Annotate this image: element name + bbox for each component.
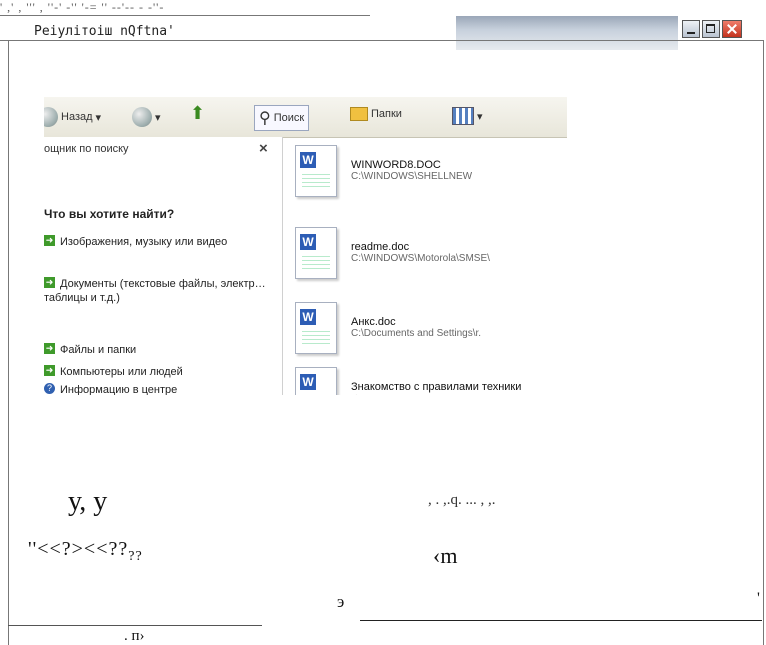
close-button[interactable] <box>722 20 742 38</box>
search-option-files[interactable]: ➜ Файлы и папки <box>44 343 269 357</box>
file-item[interactable]: W Знакомство с правилами техники безопас… <box>295 367 567 395</box>
underline <box>360 620 762 621</box>
scribble-text-e: э <box>337 592 345 611</box>
scribble-text-m: ‹m <box>433 543 458 568</box>
top-divider <box>0 15 370 16</box>
pane-question: Что вы хотите найти? <box>44 207 175 221</box>
explorer-toolbar: Назад ▾ ▾ ⬆ ⚲ Поиск Папки ▾ <box>44 97 567 138</box>
file-item[interactable]: W Анкс.doc C:\Documents and Settings\r. <box>295 302 567 362</box>
arrow-icon: ➜ <box>44 343 55 354</box>
search-option-documents[interactable]: ➜ Документы (текстовые файлы, электр… таб… <box>44 277 269 305</box>
pane-close-button[interactable]: × <box>259 140 268 157</box>
file-path: C:\WINDOWS\SHELLNEW <box>351 171 473 182</box>
scribble-text-y: у, у <box>68 486 108 517</box>
header-noise-text: ' ,' , ''' , ''-' -'' '-= '' --'-- - -''… <box>0 0 165 14</box>
chevron-down-icon: ▾ <box>95 111 102 124</box>
file-path: C:\Documents and Settings\r. <box>351 328 482 339</box>
option-label: Файлы и папки <box>60 344 137 356</box>
views-icon <box>452 107 474 125</box>
pane-header: ощник по поиску <box>44 143 129 155</box>
search-icon: ⚲ <box>259 110 271 127</box>
help-icon: ? <box>44 383 55 394</box>
search-companion-pane: ощник по поиску × Что вы хотите найти? ➜… <box>44 137 283 395</box>
bottom-divider <box>8 625 262 626</box>
views-button[interactable]: ▾ <box>452 107 483 125</box>
option-label: Изображения, музыку или видео <box>60 236 228 248</box>
scribble-text-q: , . ,.q. ... , ,. <box>428 492 496 508</box>
scribble-text-p: . п› <box>124 628 145 644</box>
file-name: Анкс.doc <box>351 316 396 328</box>
file-name: readme.doc <box>351 241 410 253</box>
search-button[interactable]: ⚲ Поиск <box>254 105 310 131</box>
quotes-main: ''<<?><<?? <box>28 538 129 560</box>
file-path: C:\WINDOWS\Motorola\SMSE\ <box>351 253 490 264</box>
word-document-icon: W <box>295 227 337 279</box>
option-label: Компьютеры или людей <box>60 366 183 378</box>
up-folder-icon[interactable]: ⬆ <box>190 103 205 124</box>
explorer-screenshot: Назад ▾ ▾ ⬆ ⚲ Поиск Папки ▾ ощник по пои… <box>44 97 567 395</box>
arrow-icon: ➜ <box>44 235 55 246</box>
search-option-help[interactable]: ? Информацию в центре <box>44 383 269 395</box>
back-arrow-icon <box>44 107 58 127</box>
minimize-button[interactable] <box>682 20 700 38</box>
folders-label: Папки <box>371 108 402 120</box>
arrow-icon: ➜ <box>44 365 55 376</box>
forward-button[interactable]: ▾ <box>132 107 161 127</box>
chevron-down-icon: ▾ <box>155 111 161 124</box>
file-item[interactable]: W readme.doc C:\WINDOWS\Motorola\SMSE\ <box>295 227 567 287</box>
search-option-computers[interactable]: ➜ Компьютеры или людей <box>44 365 269 379</box>
scribble-text-quotes: ''<<?><<???? <box>28 538 143 565</box>
option-label: Информацию в центре <box>60 384 178 395</box>
word-document-icon: W <box>295 367 337 395</box>
back-button[interactable]: Назад ▾ <box>44 107 101 127</box>
window-left-border <box>8 40 9 645</box>
word-document-icon: W <box>295 145 337 197</box>
maximize-button[interactable] <box>702 20 720 38</box>
option-label: Документы (текстовые файлы, электр… табл… <box>44 278 266 304</box>
file-item[interactable]: W WINWORD8.DOC C:\WINDOWS\SHELLNEW <box>295 145 567 205</box>
search-label: Поиск <box>273 112 305 124</box>
back-label: Назад <box>61 111 93 123</box>
folder-icon <box>350 107 368 121</box>
quotes-sub: ?? <box>128 549 143 564</box>
folders-button[interactable]: Папки <box>350 107 402 121</box>
arrow-icon: ➜ <box>44 277 55 288</box>
window-title: Реiулiтоiш nQftna' <box>34 24 175 39</box>
file-name: Знакомство с правилами техники безопасно… <box>351 381 522 395</box>
scribble-text-apostrophe: ' <box>757 590 760 607</box>
word-document-icon: W <box>295 302 337 354</box>
search-option-media[interactable]: ➜ Изображения, музыку или видео <box>44 235 269 249</box>
chevron-down-icon: ▾ <box>477 110 483 123</box>
file-name: WINWORD8.DOC <box>351 159 441 171</box>
forward-arrow-icon <box>132 107 152 127</box>
